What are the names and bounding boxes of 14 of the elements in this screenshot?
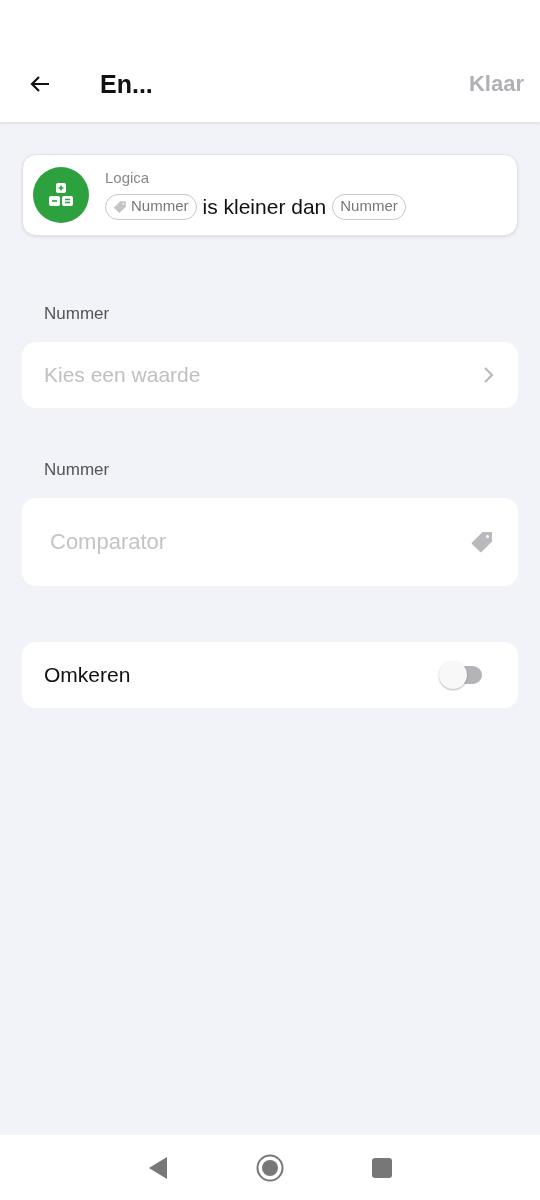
back-nav-icon[interactable] bbox=[148, 1155, 168, 1180]
logic-app-icon bbox=[33, 167, 89, 223]
home-nav-icon[interactable] bbox=[256, 1153, 284, 1182]
condition-text: is kleiner dan bbox=[202, 193, 327, 220]
field-label: Nummer bbox=[44, 460, 111, 480]
condition-card[interactable]: Logica Nummer is kleiner dan Nummer bbox=[22, 154, 518, 236]
tag-icon bbox=[113, 199, 127, 214]
page-title: En... bbox=[100, 69, 153, 100]
recents-nav-icon[interactable] bbox=[372, 1157, 392, 1178]
comparator-field[interactable]: Comparator bbox=[22, 498, 518, 586]
tag-icon bbox=[470, 530, 494, 554]
invert-label: Omkeren bbox=[44, 662, 131, 689]
card-category: Logica bbox=[105, 167, 151, 188]
field-label: Nummer bbox=[44, 304, 111, 324]
